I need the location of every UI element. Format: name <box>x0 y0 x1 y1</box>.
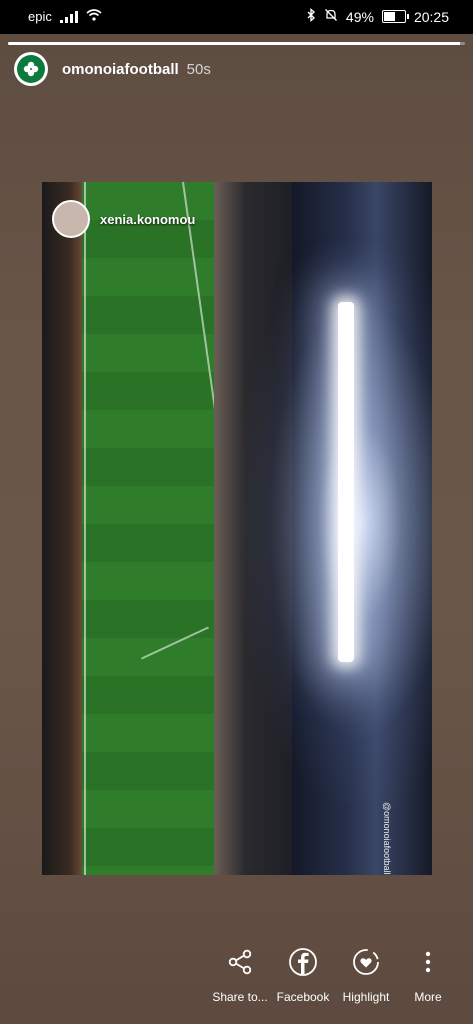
signal-icon <box>59 10 78 23</box>
media-watermark: @omonoiafootball <box>382 802 392 875</box>
clover-logo-icon <box>17 55 45 83</box>
highlight-label: Highlight <box>342 990 390 1004</box>
clock: 20:25 <box>413 8 449 25</box>
battery-percent: 49% <box>345 8 374 25</box>
more-button[interactable]: More <box>393 944 463 1004</box>
story-progress-bar <box>8 42 465 45</box>
status-left: epic <box>28 9 102 24</box>
story-username[interactable]: omonoiafootball <box>62 61 179 78</box>
bluetooth-icon <box>306 8 316 25</box>
story-media[interactable]: xenia.konomou @omonoiafootball <box>42 182 432 875</box>
stands-left <box>42 182 82 875</box>
credit-username[interactable]: xenia.konomou <box>100 212 195 227</box>
share-label: Share to... <box>212 990 268 1004</box>
more-label: More <box>414 990 442 1004</box>
credit-avatar[interactable] <box>52 200 90 238</box>
share-icon <box>205 944 275 980</box>
media-credit[interactable]: xenia.konomou <box>52 200 195 238</box>
pitch-line <box>84 182 86 875</box>
share-button[interactable]: Share to... <box>205 944 275 1004</box>
facebook-icon <box>268 944 338 980</box>
highlight-button[interactable]: Highlight <box>331 944 401 1004</box>
battery-icon <box>381 10 409 23</box>
status-bar: epic 49% 20:25 <box>0 0 473 34</box>
facebook-label: Facebook <box>276 990 330 1004</box>
story-age: 50s <box>186 60 211 78</box>
story-header[interactable]: omonoiafootball 50s <box>14 52 211 86</box>
mute-bell-icon <box>324 8 338 25</box>
floodlights <box>338 302 354 662</box>
status-right: 49% 20:25 <box>306 8 449 25</box>
facebook-button[interactable]: Facebook <box>268 944 338 1004</box>
highlight-heart-icon <box>331 944 401 980</box>
profile-avatar[interactable] <box>14 52 48 86</box>
story-actions: Share to... Facebook Highlight More <box>0 944 473 1014</box>
wifi-icon <box>86 9 102 24</box>
story-progress-fill <box>8 42 461 45</box>
more-vertical-icon <box>393 944 463 980</box>
floodlight-glow <box>242 242 432 802</box>
carrier-label: epic <box>28 9 52 24</box>
